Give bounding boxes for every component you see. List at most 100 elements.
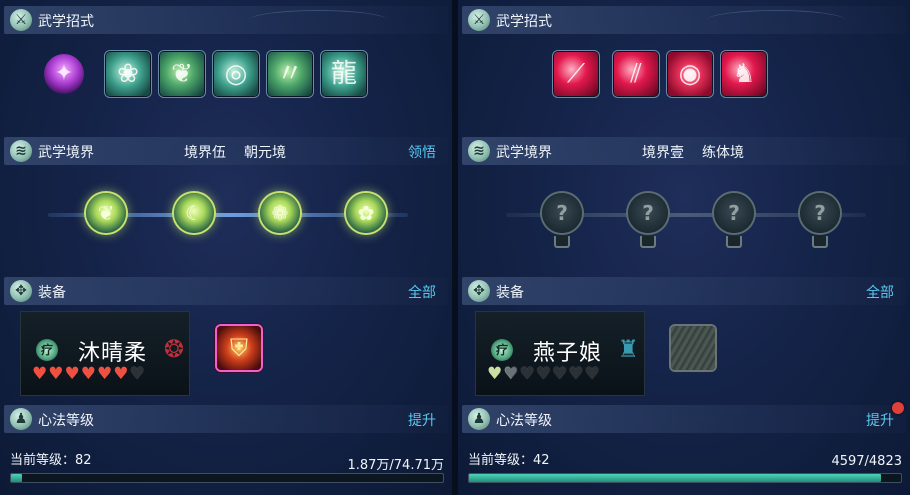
affinity-hearts: ♥♥♥♥♥♥♥ <box>32 364 146 384</box>
green-slash-skill-icon[interactable]: 〃 <box>268 52 312 96</box>
question-icon: ? <box>642 201 654 225</box>
comprehend-link[interactable]: 领悟 <box>408 142 436 162</box>
exp-text: 4597/4823 <box>831 454 902 469</box>
affinity-hearts: ♥♥♥♥♥♥♥ <box>487 364 601 384</box>
realm-header: ≋ 武学境界 境界伍 朝元境 领悟 <box>4 137 448 165</box>
green-wind-skill-icon[interactable]: ❀ <box>106 52 150 96</box>
skills-title: 武学招式 <box>38 14 94 30</box>
crimson-warrior-icon[interactable]: ♞ <box>722 52 766 96</box>
realm-tier: 境界壹 <box>642 145 684 161</box>
realm-title: 武学境界 <box>496 145 552 161</box>
healer-class-icon: 疗 <box>36 339 58 361</box>
character-name: 燕子娘 <box>533 341 603 366</box>
crimson-blade-icon[interactable]: ⟋ <box>554 52 598 96</box>
panel-right: ⚔ 武学招式 ⟋ ⫽ ◉ ♞ ≋ 武学境界 境界壹 练体境 ? ? ? ? ✥ … <box>458 0 910 495</box>
exp-bar-fill <box>469 474 881 482</box>
lotus-swirl-icon: ❁ <box>271 201 289 225</box>
question-icon: ? <box>814 201 826 225</box>
equip-title: 装备 <box>38 285 66 301</box>
blue-faction-icon: ♜ <box>617 335 639 363</box>
character-card[interactable]: 疗 燕子娘 ♜ ♥♥♥♥♥♥♥ <box>475 311 645 396</box>
crimson-claw-icon[interactable]: ⫽ <box>614 52 658 96</box>
skills-title: 武学招式 <box>496 14 552 30</box>
sprout-icon: ❦ <box>97 201 115 225</box>
moon-plus-icon: ☾ <box>185 201 203 225</box>
green-dragon-skill-icon[interactable]: 龍 <box>322 52 366 96</box>
armor-emblem-icon: ✥ <box>468 280 490 302</box>
meditation-icon: ♟ <box>468 408 490 430</box>
realm-node-3-locked[interactable]: ? <box>714 193 754 233</box>
exp-text: 1.87万/74.71万 <box>347 458 444 473</box>
realm-node-4[interactable]: ✿ <box>346 193 386 233</box>
armor-emblem-icon: ✥ <box>10 280 32 302</box>
equip-title: 装备 <box>496 285 524 301</box>
heart-method-title: 心法等级 <box>38 413 94 429</box>
crimson-orb-icon[interactable]: ◉ <box>668 52 712 96</box>
exp-bar-fill <box>11 474 22 482</box>
sword-icon: ⚔ <box>10 9 32 31</box>
heart-icon: ♥ <box>568 364 585 384</box>
realm-node-2[interactable]: ☾ <box>174 193 214 233</box>
empty-slot[interactable] <box>671 326 715 370</box>
heart-icon: ♥ <box>535 364 552 384</box>
realm-tier: 境界伍 <box>184 145 226 161</box>
equip-header: ✥ 装备 全部 <box>462 277 906 305</box>
equip-all-link[interactable]: 全部 <box>866 282 894 302</box>
meditation-icon: ♟ <box>10 408 32 430</box>
lotus-icon: ✿ <box>357 201 375 225</box>
heart-icon: ♥ <box>48 364 65 384</box>
realm-name: 练体境 <box>702 145 744 161</box>
healer-class-icon: 疗 <box>491 339 513 361</box>
heart-icon: ♥ <box>503 364 520 384</box>
exp-bar <box>468 473 902 483</box>
armor-icon[interactable]: ⛨ <box>217 326 261 370</box>
question-icon: ? <box>556 201 568 225</box>
lock-tab-icon <box>554 236 570 248</box>
green-vortex-skill-icon[interactable]: ◎ <box>214 52 258 96</box>
heart-icon: ♥ <box>97 364 114 384</box>
upgrade-link[interactable]: 提升 <box>866 410 894 430</box>
realm-name: 朝元境 <box>244 145 286 161</box>
heart-method-header: ♟ 心法等级 提升 <box>4 405 448 433</box>
equip-all-link[interactable]: 全部 <box>408 282 436 302</box>
inner-martial-icon[interactable]: ✦ <box>44 54 84 94</box>
realm-node-3[interactable]: ❁ <box>260 193 300 233</box>
realm-header: ≋ 武学境界 境界壹 练体境 <box>462 137 906 165</box>
character-card[interactable]: 疗 沐晴柔 ❂ ♥♥♥♥♥♥♥ <box>20 311 190 396</box>
sword-icon: ⚔ <box>468 9 490 31</box>
realm-title: 武学境界 <box>38 145 94 161</box>
lock-tab-icon <box>812 236 828 248</box>
heart-icon: ♥ <box>129 364 146 384</box>
upgrade-link[interactable]: 提升 <box>408 410 436 430</box>
realm-node-2-locked[interactable]: ? <box>628 193 668 233</box>
character-name: 沐晴柔 <box>78 341 148 366</box>
question-icon: ? <box>728 201 740 225</box>
realm-node-1[interactable]: ❦ <box>86 193 126 233</box>
heart-icon: ♥ <box>519 364 536 384</box>
equip-header: ✥ 装备 全部 <box>4 277 448 305</box>
swirl-icon: ≋ <box>10 140 32 162</box>
current-level: 当前等级：82 <box>10 453 92 468</box>
skills-header: ⚔ 武学招式 <box>4 6 448 34</box>
heart-icon: ♥ <box>64 364 81 384</box>
header-ornament <box>706 10 846 31</box>
heart-method-title: 心法等级 <box>496 413 552 429</box>
current-level: 当前等级：42 <box>468 453 550 468</box>
panel-left: ⚔ 武学招式 ✦ ❀ ❦ ◎ 〃 龍 ≋ 武学境界 境界伍 朝元境 领悟 ❦ ☾… <box>0 0 452 495</box>
skills-header: ⚔ 武学招式 <box>462 6 906 34</box>
heart-icon: ♥ <box>32 364 49 384</box>
red-faction-icon: ❂ <box>163 335 184 363</box>
heart-method-header: ♟ 心法等级 提升 <box>462 405 906 433</box>
realm-node-4-locked[interactable]: ? <box>800 193 840 233</box>
heart-icon: ♥ <box>552 364 569 384</box>
header-ornament <box>248 10 388 31</box>
heart-icon: ♥ <box>80 364 97 384</box>
green-leaf-skill-icon[interactable]: ❦ <box>160 52 204 96</box>
notification-dot <box>892 402 904 414</box>
heart-icon: ♥ <box>584 364 601 384</box>
exp-bar <box>10 473 444 483</box>
realm-node-1-locked[interactable]: ? <box>542 193 582 233</box>
swirl-icon: ≋ <box>468 140 490 162</box>
lock-tab-icon <box>726 236 742 248</box>
heart-icon: ♥ <box>487 364 504 384</box>
